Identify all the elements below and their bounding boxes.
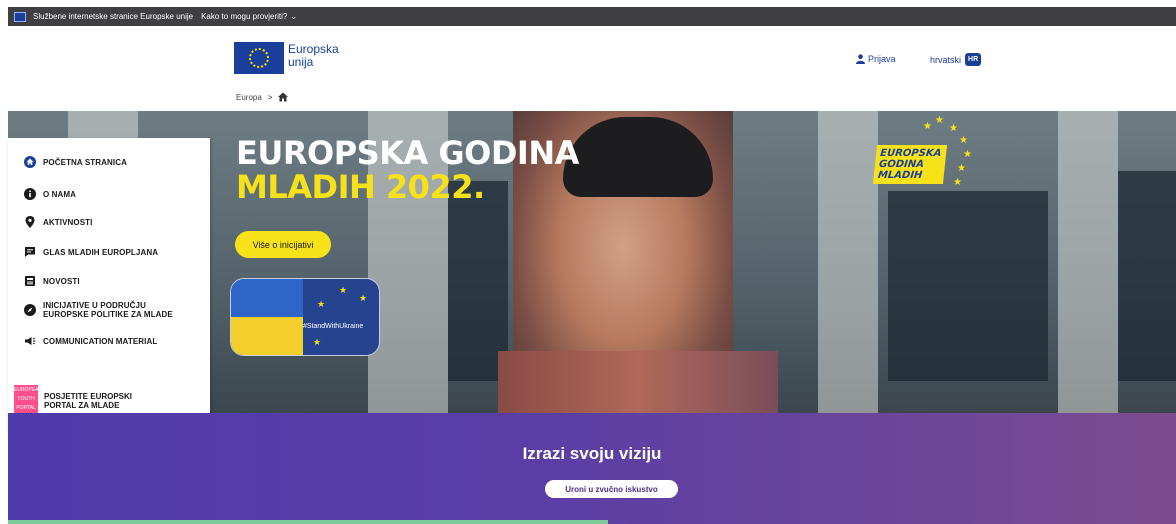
info-icon — [24, 188, 36, 200]
youth-portal-link[interactable]: POSJETITE EUROPSKI PORTAL ZA MLADE — [44, 392, 132, 410]
sidebar-item-policy-initiatives[interactable]: INICIJATIVE U PODRUČJU EUROPSKE POLITIKE… — [24, 301, 173, 319]
language-code-badge: HR — [965, 53, 982, 66]
portal-link-line1: POSJETITE EUROPSKI — [44, 392, 133, 401]
immersive-experience-button[interactable]: Uroni u zvučno iskustvo — [545, 480, 678, 498]
sidebar-item-label-line2: EUROPSKE POLITIKE ZA MLADE — [43, 310, 173, 319]
ukraine-flag-yellow — [231, 317, 303, 355]
promo-title: Izrazi svoju viziju — [522, 444, 662, 463]
sidebar-item-about[interactable]: O NAMA — [24, 188, 76, 200]
sidebar-item-home[interactable]: POČETNA STRANICA — [24, 156, 127, 168]
background-column — [1058, 111, 1118, 413]
svg-text:★: ★ — [953, 177, 962, 188]
sidebar-item-label: INICIJATIVE U PODRUČJU EUROPSKE POLITIKE… — [43, 301, 173, 319]
megaphone-icon — [24, 335, 36, 347]
ukraine-hashtag: #StandWithUkraine — [303, 323, 364, 330]
chevron-down-icon[interactable]: ⌄ — [290, 12, 297, 21]
user-icon — [856, 54, 865, 64]
sidebar-item-communication-material[interactable]: COMMUNICATION MATERIAL — [24, 335, 157, 347]
youth-year-badge-text: EUROPSKA GODINA MLADIH — [872, 145, 948, 184]
svg-text:★: ★ — [959, 135, 968, 146]
eu-logo[interactable] — [234, 42, 284, 74]
sidebar-item-label: COMMUNICATION MATERIAL — [43, 336, 158, 346]
more-about-initiative-button[interactable]: Više o inicijativi — [235, 231, 331, 258]
svg-text:★: ★ — [359, 294, 367, 304]
site-name[interactable]: Europska unija — [288, 43, 339, 69]
breadcrumb-europa[interactable]: Europa — [236, 93, 262, 102]
portal-link-line2: PORTAL ZA MLADE — [44, 401, 120, 410]
language-label: hrvatski — [930, 54, 962, 65]
stand-with-ukraine-card[interactable]: ★ ★ ★ ★ #StandWithUkraine — [230, 278, 380, 356]
home-icon — [24, 156, 36, 168]
hero-photo-shirt — [498, 351, 778, 413]
sidebar-item-label: O NAMA — [43, 189, 77, 199]
sidebar-item-activities[interactable]: AKTIVNOSTI — [24, 216, 92, 228]
svg-text:★: ★ — [339, 286, 347, 296]
home-icon[interactable] — [278, 92, 289, 102]
eu-stars-icon — [249, 48, 269, 68]
badge-line1: EUROPSKA — [879, 148, 942, 159]
login-link[interactable]: Prijava — [856, 54, 896, 64]
badge-line3: MLADIH — [877, 170, 923, 181]
hero-title-line1: EUROPSKA GODINA — [236, 134, 579, 172]
sidebar-item-youth-voice[interactable]: GLAS MLADIH EUROPLJANA — [24, 246, 158, 258]
sidebar-item-label-line1: INICIJATIVE U PODRUČJU — [43, 301, 146, 310]
svg-text:★: ★ — [313, 338, 321, 348]
promo-section: Izrazi svoju viziju Uroni u zvučno iskus… — [8, 413, 1176, 524]
site-name-line2: unija — [288, 55, 314, 69]
svg-text:★: ★ — [923, 121, 932, 132]
sidebar-item-label: POČETNA STRANICA — [43, 157, 127, 167]
portal-logo-line3: PORTAL — [16, 405, 36, 411]
newspaper-icon — [24, 275, 36, 287]
svg-text:★: ★ — [957, 163, 966, 174]
svg-text:★: ★ — [963, 149, 972, 160]
official-eu-banner: Službene internetske stranice Europske u… — [8, 7, 1176, 26]
background-window — [1118, 171, 1176, 381]
youth-portal-logo[interactable]: EUROPEAN YOUTH PORTAL — [14, 385, 43, 413]
official-site-text: Službene internetske stranice Europske u… — [33, 12, 194, 21]
eu-flag-icon — [14, 11, 26, 22]
verify-link[interactable]: Kako to mogu provjeriti? — [201, 12, 287, 21]
eu-flag-panel: ★ ★ ★ ★ — [303, 279, 379, 355]
breadcrumb: Europa > — [236, 92, 289, 102]
hero-title-line2: MLADIH 2022. — [236, 168, 485, 206]
compass-icon — [24, 304, 36, 316]
portal-logo-line1: EUROPEAN — [14, 387, 43, 393]
background-window — [888, 191, 1048, 381]
sidebar-item-news[interactable]: NOVOSTI — [24, 275, 80, 287]
sidebar-item-label: GLAS MLADIH EUROPLJANA — [43, 247, 159, 257]
svg-text:★: ★ — [949, 123, 958, 134]
svg-text:★: ★ — [935, 115, 944, 126]
eu-stars-icon: ★ ★ ★ ★ — [313, 286, 367, 348]
location-pin-icon — [24, 216, 36, 228]
site-header: Europska unija Prijava hrvatski HR — [8, 26, 1176, 83]
portal-logo-line2: YOUTH — [17, 396, 35, 402]
sidebar-item-label: NOVOSTI — [43, 276, 80, 286]
hero-title: EUROPSKA GODINA MLADIH 2022. — [236, 136, 579, 204]
login-label: Prijava — [868, 54, 896, 64]
chat-icon — [24, 246, 36, 258]
sidebar-nav: POČETNA STRANICA O NAMA AKTIVNOSTI GLAS … — [8, 138, 210, 433]
background-column — [818, 111, 878, 413]
ukraine-flag-blue — [231, 279, 303, 317]
language-selector[interactable]: hrvatski HR — [930, 53, 982, 66]
sidebar-item-label: AKTIVNOSTI — [43, 217, 93, 227]
svg-text:★: ★ — [317, 300, 325, 310]
section-divider — [8, 520, 608, 524]
badge-line2: GODINA — [878, 159, 925, 170]
breadcrumb-separator: > — [267, 92, 273, 102]
